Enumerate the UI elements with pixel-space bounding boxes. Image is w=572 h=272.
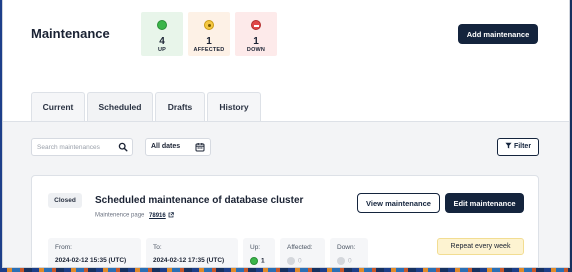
search-icon[interactable] xyxy=(118,142,128,152)
up-label: UP xyxy=(157,47,167,53)
search-box xyxy=(31,138,133,156)
calendar-icon xyxy=(195,143,205,152)
down-count: 1 xyxy=(253,36,259,47)
down-field-value-row: 0 xyxy=(337,257,352,265)
down-dot-icon xyxy=(337,257,345,265)
down-field: Down: 0 xyxy=(330,238,368,267)
down-field-label: Down: xyxy=(337,244,356,251)
tab-history[interactable]: History xyxy=(207,92,261,122)
up-field-label: Up: xyxy=(250,244,261,251)
affected-field: Affected: 0 xyxy=(280,238,325,267)
affected-field-value-row: 0 xyxy=(287,257,302,265)
down-label: DOWN xyxy=(246,47,266,53)
down-status-icon xyxy=(251,20,261,30)
tab-drafts[interactable]: Drafts xyxy=(155,92,205,122)
up-status-icon xyxy=(157,20,167,30)
maintenance-page-row: Maintenence page 78916 xyxy=(95,212,175,219)
status-badge: Closed xyxy=(48,193,82,208)
affected-dot-icon xyxy=(287,257,295,265)
affected-field-label: Affected: xyxy=(287,244,313,251)
status-up-counter: 4 UP xyxy=(141,12,183,56)
down-field-value: 0 xyxy=(348,257,352,265)
up-dot-icon xyxy=(250,257,258,265)
date-range-select[interactable]: All dates xyxy=(145,138,211,156)
filter-button[interactable]: Filter xyxy=(497,138,539,156)
maintenance-title: Scheduled maintenance of database cluste… xyxy=(95,195,304,206)
to-label: To: xyxy=(153,244,162,251)
from-label: From: xyxy=(55,244,72,251)
date-range-label: All dates xyxy=(151,143,181,150)
affected-count: 1 xyxy=(206,36,212,47)
from-value: 2024-02-12 15:35 (UTC) xyxy=(55,257,127,264)
filter-label: Filter xyxy=(513,143,532,150)
edit-maintenance-button[interactable]: Edit maintenance xyxy=(445,193,524,213)
view-maintenance-button[interactable]: View maintenance xyxy=(357,193,440,213)
page-title: Maintenance xyxy=(31,26,110,41)
up-field-value-row: 1 xyxy=(250,257,265,265)
status-down-counter: 1 DOWN xyxy=(235,12,277,56)
up-count: 4 xyxy=(159,36,165,47)
maintenance-card: Closed Scheduled maintenance of database… xyxy=(31,175,539,267)
tab-current[interactable]: Current xyxy=(31,92,85,122)
from-field: From: 2024-02-12 15:35 (UTC) xyxy=(48,238,141,267)
page-header: Maintenance 4 UP 1 AFFECTED 1 DOWN Add m… xyxy=(3,0,569,92)
search-input[interactable] xyxy=(37,142,115,153)
add-maintenance-button[interactable]: Add maintenance xyxy=(458,24,538,44)
up-field-value: 1 xyxy=(261,257,265,265)
up-field: Up: 1 xyxy=(243,238,275,267)
status-affected-counter: 1 AFFECTED xyxy=(188,12,230,56)
maintenance-page-label: Maintenence page xyxy=(95,212,145,219)
to-value: 2024-02-12 17:35 (UTC) xyxy=(153,257,225,264)
maintenance-page-link-text: 78916 xyxy=(149,212,166,219)
affected-label: AFFECTED xyxy=(193,47,225,53)
repeat-badge: Repeat every week xyxy=(437,238,524,255)
affected-field-value: 0 xyxy=(298,257,302,265)
tab-content-area: All dates Filter Closed Scheduled mainte… xyxy=(3,121,569,267)
filter-icon xyxy=(505,142,512,149)
tab-scheduled[interactable]: Scheduled xyxy=(87,92,153,122)
affected-status-icon xyxy=(204,20,214,30)
to-field: To: 2024-02-12 17:35 (UTC) xyxy=(146,238,238,267)
maintenance-page-link[interactable]: 78916 xyxy=(149,213,166,219)
external-link-icon[interactable] xyxy=(168,212,175,218)
app-window: Maintenance 4 UP 1 AFFECTED 1 DOWN Add m… xyxy=(2,0,570,268)
